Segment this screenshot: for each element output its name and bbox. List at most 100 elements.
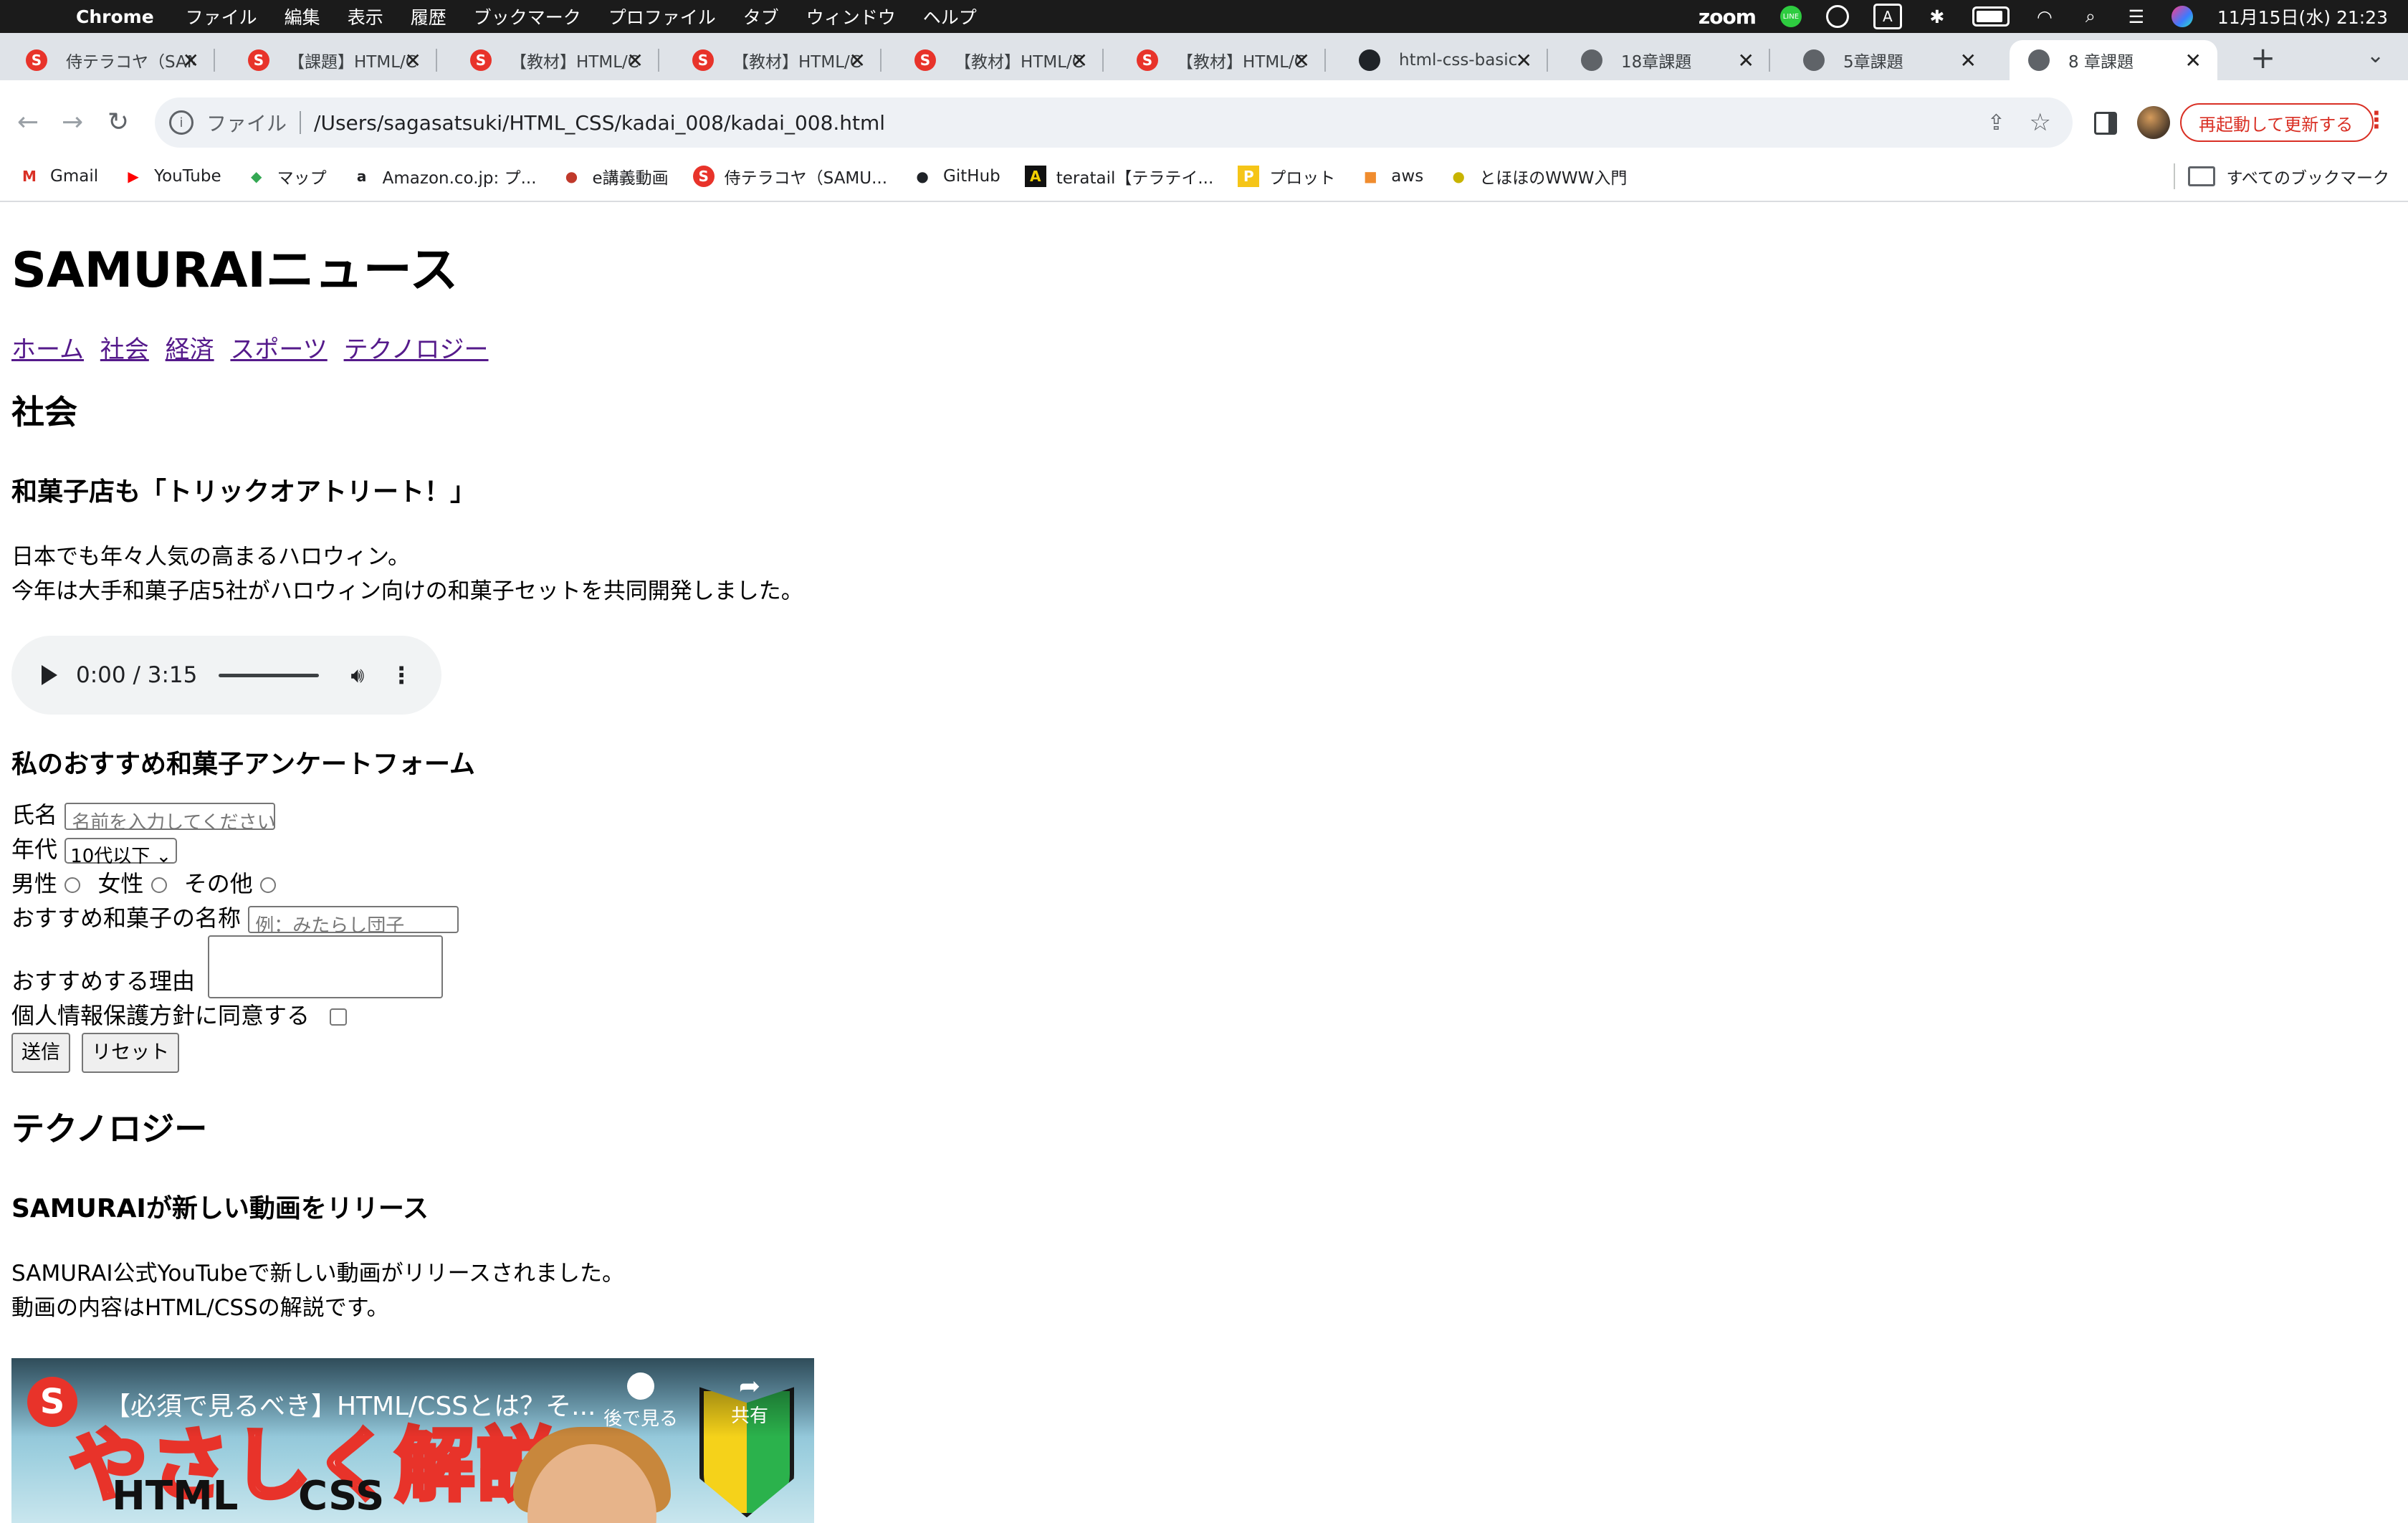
bookmark-amazon[interactable]: a Amazon.co.jp: プ... bbox=[351, 164, 537, 188]
close-icon[interactable]: ✕ bbox=[1738, 49, 1754, 72]
close-icon[interactable]: ✕ bbox=[405, 49, 421, 72]
form-row-agree: 個人情報保護方針に同意する bbox=[11, 998, 2376, 1033]
samurai-icon: S bbox=[692, 49, 714, 71]
share-button[interactable]: ➦ 共有 bbox=[731, 1372, 768, 1428]
agree-label: 個人情報保護方針に同意する bbox=[11, 1002, 310, 1030]
relaunch-update-button[interactable]: 再起動して更新する bbox=[2180, 103, 2374, 142]
watch-later-button[interactable]: 後で見る bbox=[603, 1372, 678, 1431]
control-center-icon[interactable]: ☰ bbox=[2126, 6, 2147, 27]
bookmark-label: 侍テラコヤ（SAMU... bbox=[724, 169, 888, 188]
close-icon[interactable]: ✕ bbox=[1516, 49, 1532, 72]
tab-kyozai-4[interactable]: S 【教材】HTML/CSS ✕ bbox=[1118, 40, 1326, 80]
menu-help[interactable]: ヘルプ bbox=[923, 4, 977, 29]
menu-tab[interactable]: タブ bbox=[743, 4, 779, 29]
site-info-icon[interactable]: i bbox=[169, 110, 194, 135]
tab-chapter18[interactable]: 18章課題 ✕ bbox=[1562, 40, 1770, 80]
clock-icon bbox=[627, 1372, 654, 1400]
tab-samurai-terakoya[interactable]: S 侍テラコヤ（SAMURAI ✕ bbox=[7, 40, 215, 80]
youtube-embed[interactable]: やさしく解説 HTML CSS S 【必須で見るべき】HTML/CSSとは？そ.… bbox=[11, 1358, 814, 1523]
spotlight-search-icon[interactable]: ⌕ bbox=[2080, 6, 2101, 27]
tab-chapter8-active[interactable]: 8 章課題 ✕ bbox=[2010, 40, 2217, 80]
tab-kyozai-2[interactable]: S 【教材】HTML/CSS ✕ bbox=[674, 40, 882, 80]
menubar-app-name[interactable]: Chrome bbox=[76, 6, 154, 27]
menu-window[interactable]: ウィンドウ bbox=[806, 4, 896, 29]
new-tab-plus-icon[interactable]: + bbox=[2250, 40, 2275, 75]
bookmark-tohoho[interactable]: ● とほほのWWW入門 bbox=[1448, 164, 1627, 188]
all-bookmarks-button[interactable]: すべてのブックマーク bbox=[2173, 163, 2389, 189]
submit-button[interactable]: 送信 bbox=[11, 1033, 70, 1074]
agree-checkbox[interactable] bbox=[330, 1008, 348, 1026]
input-method-icon[interactable]: A bbox=[1873, 4, 1902, 29]
menu-view[interactable]: 表示 bbox=[348, 4, 383, 29]
battery-icon[interactable] bbox=[1972, 6, 2010, 27]
address-bar[interactable]: i ファイル /Users/sagasatsuki/HTML_CSS/kadai… bbox=[155, 97, 2073, 148]
close-icon[interactable]: ✕ bbox=[1294, 49, 1310, 72]
bookmark-plot[interactable]: P プロット bbox=[1238, 164, 1335, 188]
menu-file[interactable]: ファイル bbox=[186, 4, 257, 29]
tab-label: 5章課題 bbox=[1843, 53, 1903, 72]
siri-icon[interactable] bbox=[2171, 6, 2193, 27]
name-input[interactable]: 名前を入力してください bbox=[64, 803, 276, 831]
address-url[interactable]: /Users/sagasatsuki/HTML_CSS/kadai_008/ka… bbox=[314, 111, 885, 135]
menu-edit[interactable]: 編集 bbox=[285, 4, 320, 29]
close-icon[interactable]: ✕ bbox=[627, 49, 644, 72]
video-title[interactable]: 【必須で見るべき】HTML/CSSとは？そ... bbox=[105, 1385, 596, 1423]
reset-button[interactable]: リセット bbox=[82, 1033, 180, 1074]
tab-kyozai-3[interactable]: S 【教材】HTML/CSS ✕ bbox=[896, 40, 1104, 80]
browser-tab-strip: S 侍テラコヤ（SAMURAI ✕ S 【課題】HTML/CSS ✕ S 【教材… bbox=[0, 33, 2408, 80]
thumbnail-html-text: HTML bbox=[112, 1473, 239, 1520]
back-arrow-icon[interactable]: ← bbox=[17, 108, 39, 137]
bluetooth-icon[interactable]: ✱ bbox=[1926, 6, 1948, 27]
nav-link-home[interactable]: ホーム bbox=[11, 335, 84, 364]
menu-history[interactable]: 履歴 bbox=[411, 4, 446, 29]
close-icon[interactable]: ✕ bbox=[1960, 49, 1977, 72]
reason-textarea[interactable] bbox=[208, 935, 444, 999]
bookmark-star-icon[interactable]: ☆ bbox=[2030, 108, 2051, 137]
profile-avatar[interactable] bbox=[2137, 106, 2170, 139]
play-circle-icon[interactable] bbox=[1825, 5, 1849, 28]
radio-female[interactable] bbox=[150, 877, 167, 894]
site-nav: ホーム 社会 経済 スポーツ テクノロジー bbox=[11, 330, 2376, 365]
play-icon[interactable] bbox=[42, 665, 57, 686]
nav-link-society[interactable]: 社会 bbox=[100, 335, 149, 364]
nav-link-economy[interactable]: 経済 bbox=[166, 335, 214, 364]
share-icon[interactable]: ⇪ bbox=[1987, 110, 2005, 135]
bookmark-e-lecture[interactable]: ● e講義動画 bbox=[561, 164, 669, 188]
samurai-channel-logo[interactable]: S bbox=[27, 1377, 77, 1428]
tab-github-html-css-basic[interactable]: html-css-basic ✕ bbox=[1340, 40, 1548, 80]
reload-icon[interactable]: ↻ bbox=[108, 108, 129, 137]
tab-chapter5[interactable]: 5章課題 ✕ bbox=[1784, 40, 1992, 80]
zoom-icon[interactable]: zoom bbox=[1698, 5, 1757, 29]
menu-bookmarks[interactable]: ブックマーク bbox=[474, 4, 581, 29]
bookmark-samurai-terakoya[interactable]: S 侍テラコヤ（SAMU... bbox=[692, 164, 888, 188]
sweet-input[interactable]: 例：みたらし団子 bbox=[248, 906, 459, 934]
radio-other[interactable] bbox=[259, 877, 276, 894]
bookmark-aws[interactable]: ■ aws bbox=[1360, 166, 1423, 187]
nav-link-sports[interactable]: スポーツ bbox=[230, 335, 327, 364]
tab-search-chevron-icon[interactable]: ⌄ bbox=[2366, 43, 2384, 68]
forward-arrow-icon[interactable]: → bbox=[62, 108, 83, 137]
close-icon[interactable]: ✕ bbox=[1071, 49, 1088, 72]
tab-kadai-html-css[interactable]: S 【課題】HTML/CSS ✕ bbox=[229, 40, 437, 80]
line-icon[interactable]: LINE bbox=[1779, 6, 1802, 27]
bookmark-teratail[interactable]: Ateratail【テラテイ... bbox=[1024, 164, 1213, 188]
menu-profiles[interactable]: プロファイル bbox=[608, 4, 716, 29]
menubar-clock[interactable]: 11月15日(水) 21:23 bbox=[2217, 4, 2388, 29]
close-icon[interactable]: ✕ bbox=[2185, 49, 2202, 72]
more-options-icon[interactable]: ⋮ bbox=[390, 662, 413, 689]
audio-progress-slider[interactable] bbox=[219, 673, 320, 677]
bookmark-youtube[interactable]: ▶ YouTube bbox=[123, 166, 221, 187]
age-select[interactable]: 10代以下 ⌄ bbox=[64, 838, 178, 867]
side-panel-icon[interactable] bbox=[2094, 112, 2117, 135]
nav-link-technology[interactable]: テクノロジー bbox=[344, 335, 489, 364]
close-icon[interactable]: ✕ bbox=[849, 49, 866, 72]
bookmark-github[interactable]: ● GitHub bbox=[912, 166, 1000, 187]
close-icon[interactable]: ✕ bbox=[183, 49, 199, 72]
bookmark-gmail[interactable]: M Gmail bbox=[19, 166, 98, 187]
bookmark-maps[interactable]: ◆ マップ bbox=[246, 164, 327, 188]
wifi-icon[interactable]: ◠ bbox=[2034, 6, 2055, 27]
chrome-menu-kebab-icon[interactable]: ⋮ bbox=[2365, 106, 2388, 133]
radio-male[interactable] bbox=[64, 877, 81, 894]
volume-icon[interactable]: 🔊︎ bbox=[350, 663, 364, 688]
tab-kyozai-1[interactable]: S 【教材】HTML/CSS ✕ bbox=[452, 40, 659, 80]
